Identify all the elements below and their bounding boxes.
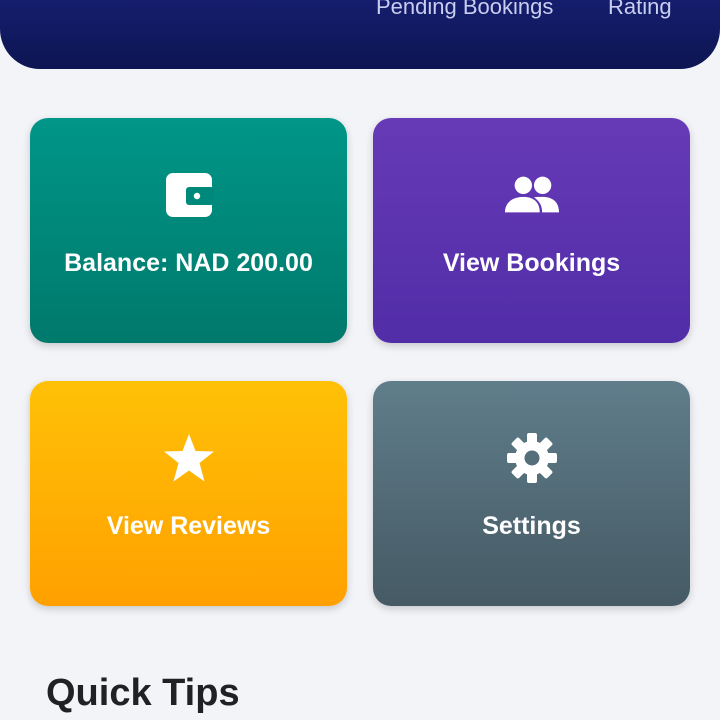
- rating-label: Rating: [608, 0, 672, 19]
- pending-bookings-label: Pending Bookings: [376, 0, 554, 19]
- quick-tips-title: Quick Tips: [46, 672, 240, 714]
- wallet-icon: [161, 167, 217, 223]
- star-icon: [161, 430, 217, 486]
- view-reviews-tile[interactable]: View Reviews: [30, 381, 347, 606]
- balance-tile[interactable]: Balance: NAD 200.00: [30, 118, 347, 343]
- view-reviews-label: View Reviews: [106, 512, 271, 540]
- settings-label: Settings: [482, 512, 581, 540]
- header-banner: Pending Bookings Rating: [0, 0, 720, 69]
- gear-icon: [504, 430, 560, 486]
- header-stats: Pending Bookings Rating: [0, 0, 720, 69]
- people-icon: [504, 167, 560, 223]
- dashboard-page: Pending Bookings Rating Balance: NAD 200…: [0, 0, 720, 720]
- view-bookings-label: View Bookings: [442, 249, 621, 277]
- view-bookings-tile[interactable]: View Bookings: [373, 118, 690, 343]
- balance-label: Balance: NAD 200.00: [64, 249, 313, 277]
- settings-tile[interactable]: Settings: [373, 381, 690, 606]
